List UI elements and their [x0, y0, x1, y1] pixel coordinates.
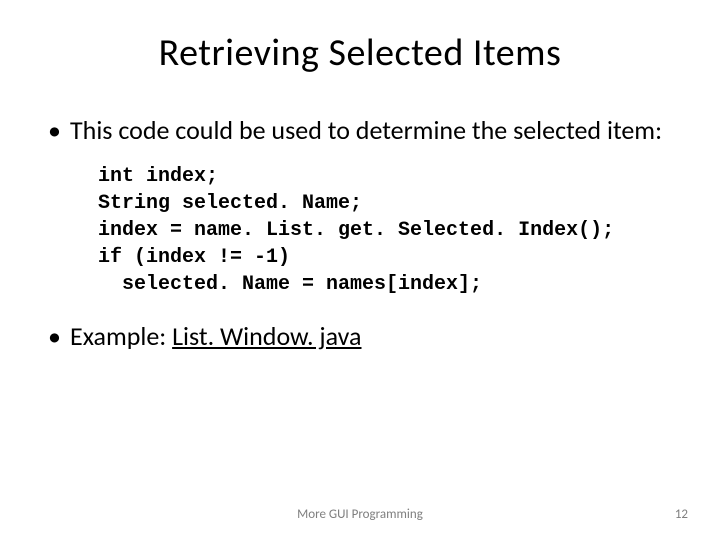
- slide-title: Retrieving Selected Items: [40, 30, 680, 76]
- bullet-list-2: Example: List. Window. java: [40, 320, 680, 353]
- bullet-item-1: This code could be used to determine the…: [44, 114, 680, 147]
- footer: More GUI Programming: [0, 507, 720, 522]
- code-line-2: String selected. Name;: [98, 190, 680, 217]
- code-line-3: index = name. List. get. Selected. Index…: [98, 217, 680, 244]
- page-number: 12: [675, 507, 688, 522]
- example-prefix: Example:: [70, 320, 172, 352]
- code-line-5: selected. Name = names[index];: [98, 271, 680, 298]
- example-link[interactable]: List. Window. java: [172, 320, 361, 352]
- slide-container: Retrieving Selected Items This code coul…: [0, 0, 720, 540]
- bullet-list: This code could be used to determine the…: [40, 114, 680, 147]
- code-line-1: int index;: [98, 163, 680, 190]
- code-block: int index; String selected. Name; index …: [98, 163, 680, 298]
- code-line-4: if (index != -1): [98, 244, 680, 271]
- footer-text: More GUI Programming: [297, 507, 423, 522]
- bullet-item-2: Example: List. Window. java: [44, 320, 680, 353]
- bullet-text-1: This code could be used to determine the…: [70, 114, 662, 146]
